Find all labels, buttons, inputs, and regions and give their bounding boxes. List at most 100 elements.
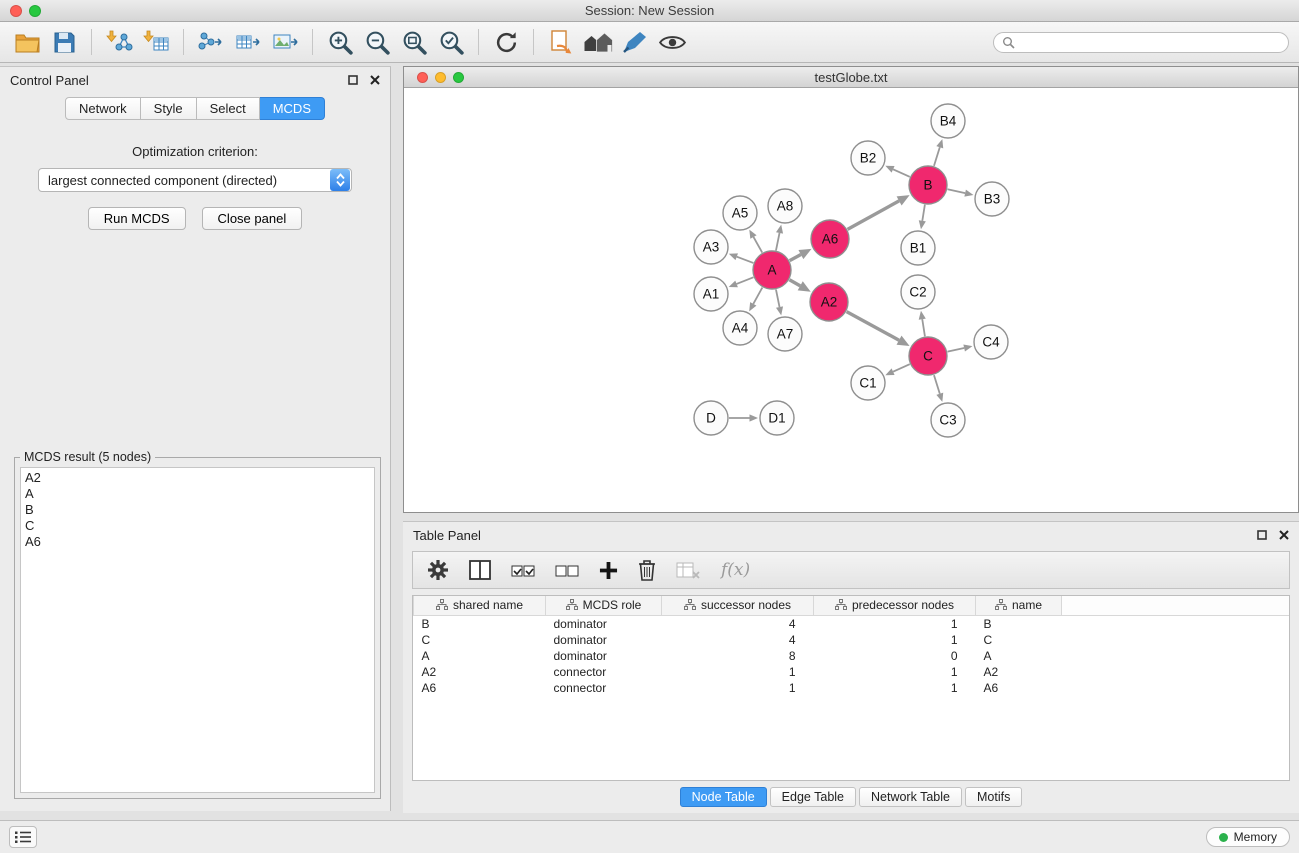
edge-A-A1[interactable] (737, 277, 754, 284)
deselect-all-button[interactable] (555, 560, 579, 580)
mcds-result-item[interactable]: A2 (25, 470, 370, 486)
node-A3[interactable]: A3 (694, 230, 728, 264)
close-panel-tab-button[interactable]: Close panel (202, 207, 303, 230)
edge-A-A8[interactable] (776, 233, 780, 250)
mcds-result-item[interactable]: A (25, 486, 370, 502)
edge-B-B3[interactable] (948, 189, 966, 193)
table-row[interactable]: A6connector11A6 (414, 680, 1290, 696)
node-B[interactable]: B (909, 166, 947, 204)
table-row[interactable]: Adominator80A (414, 648, 1290, 664)
node-C2[interactable]: C2 (901, 275, 935, 309)
close-panel-button[interactable] (370, 75, 380, 85)
tab-network-table[interactable]: Network Table (859, 787, 962, 807)
table-float-panel-button[interactable] (1257, 530, 1267, 540)
close-window-button[interactable] (10, 5, 22, 17)
node-B3[interactable]: B3 (975, 182, 1009, 216)
show-columns-button[interactable] (469, 560, 491, 580)
edge-C-C1[interactable] (893, 364, 910, 372)
add-column-button[interactable] (599, 561, 618, 580)
node-A4[interactable]: A4 (723, 311, 757, 345)
node-C3[interactable]: C3 (931, 403, 965, 437)
zoom-out-button[interactable] (360, 26, 394, 58)
edge-B-B1[interactable] (922, 205, 925, 221)
export-image-button[interactable] (268, 26, 302, 58)
edge-B-B4[interactable] (934, 147, 940, 166)
export-network-button[interactable] (194, 26, 228, 58)
edge-A-A7[interactable] (776, 290, 780, 307)
select-all-button[interactable] (511, 560, 535, 580)
mcds-result-list[interactable]: A2ABCA6 (20, 467, 375, 793)
edge-C-C2[interactable] (922, 319, 925, 336)
function-builder-button[interactable]: f(x) (721, 560, 750, 580)
home-button[interactable] (581, 26, 615, 58)
node-B2[interactable]: B2 (851, 141, 885, 175)
frame-minimize-button[interactable] (435, 72, 446, 83)
table-row[interactable]: Cdominator41C (414, 632, 1290, 648)
mcds-result-item[interactable]: A6 (25, 534, 370, 550)
edge-A-A5[interactable] (753, 237, 762, 253)
edge-A2-C[interactable] (847, 312, 899, 341)
node-C1[interactable]: C1 (851, 366, 885, 400)
tab-style[interactable]: Style (141, 97, 197, 120)
import-network-button[interactable] (102, 26, 136, 58)
column-header-name[interactable]: name (976, 596, 1062, 615)
tab-motifs[interactable]: Motifs (965, 787, 1022, 807)
task-history-button[interactable] (9, 826, 37, 848)
table-mode-button[interactable] (427, 559, 449, 581)
zoom-window-button[interactable] (29, 5, 41, 17)
node-A[interactable]: A (753, 251, 791, 289)
delete-table-button[interactable] (676, 560, 701, 580)
save-session-button[interactable] (47, 26, 81, 58)
tab-mcds[interactable]: MCDS (260, 97, 325, 120)
edge-A-A4[interactable] (753, 288, 762, 304)
refresh-layout-button[interactable] (489, 26, 523, 58)
export-table-button[interactable] (231, 26, 265, 58)
style-brush-button[interactable] (618, 26, 652, 58)
network-frame-titlebar[interactable]: testGlobe.txt (404, 67, 1298, 88)
frame-zoom-button[interactable] (453, 72, 464, 83)
import-table-button[interactable] (139, 26, 173, 58)
run-mcds-button[interactable]: Run MCDS (88, 207, 186, 230)
column-header-successor-nodes[interactable]: successor nodes (662, 596, 814, 615)
float-panel-button[interactable] (348, 75, 358, 85)
node-C4[interactable]: C4 (974, 325, 1008, 359)
column-header-MCDS-role[interactable]: MCDS role (546, 596, 662, 615)
column-header-predecessor-nodes[interactable]: predecessor nodes (814, 596, 976, 615)
tab-select[interactable]: Select (197, 97, 260, 120)
edge-C-C3[interactable] (934, 375, 940, 394)
share-document-button[interactable] (544, 26, 578, 58)
edge-B-B2[interactable] (893, 169, 910, 177)
node-A6[interactable]: A6 (811, 220, 849, 258)
open-session-button[interactable] (10, 26, 44, 58)
frame-close-button[interactable] (417, 72, 428, 83)
zoom-fit-button[interactable] (397, 26, 431, 58)
node-B4[interactable]: B4 (931, 104, 965, 138)
edge-A-A2[interactable] (789, 280, 800, 286)
toolbar-search[interactable] (993, 32, 1289, 53)
tab-node-table[interactable]: Node Table (680, 787, 767, 807)
mcds-result-item[interactable]: C (25, 518, 370, 534)
tab-network[interactable]: Network (65, 97, 141, 120)
network-canvas[interactable]: B4B2BB3A5A8A6A3B1AC2A1A2A4A7C4CC1C3DD1 (404, 88, 1298, 512)
zoom-in-button[interactable] (323, 26, 357, 58)
edge-A6-B[interactable] (848, 201, 900, 229)
node-A2[interactable]: A2 (810, 283, 848, 321)
node-A5[interactable]: A5 (723, 196, 757, 230)
table-close-panel-button[interactable] (1279, 530, 1289, 540)
node-A7[interactable]: A7 (768, 317, 802, 351)
node-A8[interactable]: A8 (768, 189, 802, 223)
edge-A-A3[interactable] (737, 257, 754, 263)
column-header-shared-name[interactable]: shared name (414, 596, 546, 615)
table-row[interactable]: Bdominator41B (414, 615, 1290, 632)
node-B1[interactable]: B1 (901, 231, 935, 265)
node-D[interactable]: D (694, 401, 728, 435)
edge-A-A6[interactable] (790, 255, 801, 261)
edge-C-C4[interactable] (948, 348, 965, 352)
optimization-criterion-select[interactable]: largest connected component (directed) (38, 168, 352, 192)
zoom-selected-button[interactable] (434, 26, 468, 58)
toggle-graphics-button[interactable] (655, 26, 689, 58)
node-A1[interactable]: A1 (694, 277, 728, 311)
node-D1[interactable]: D1 (760, 401, 794, 435)
delete-column-button[interactable] (638, 559, 656, 581)
table-row[interactable]: A2connector11A2 (414, 664, 1290, 680)
